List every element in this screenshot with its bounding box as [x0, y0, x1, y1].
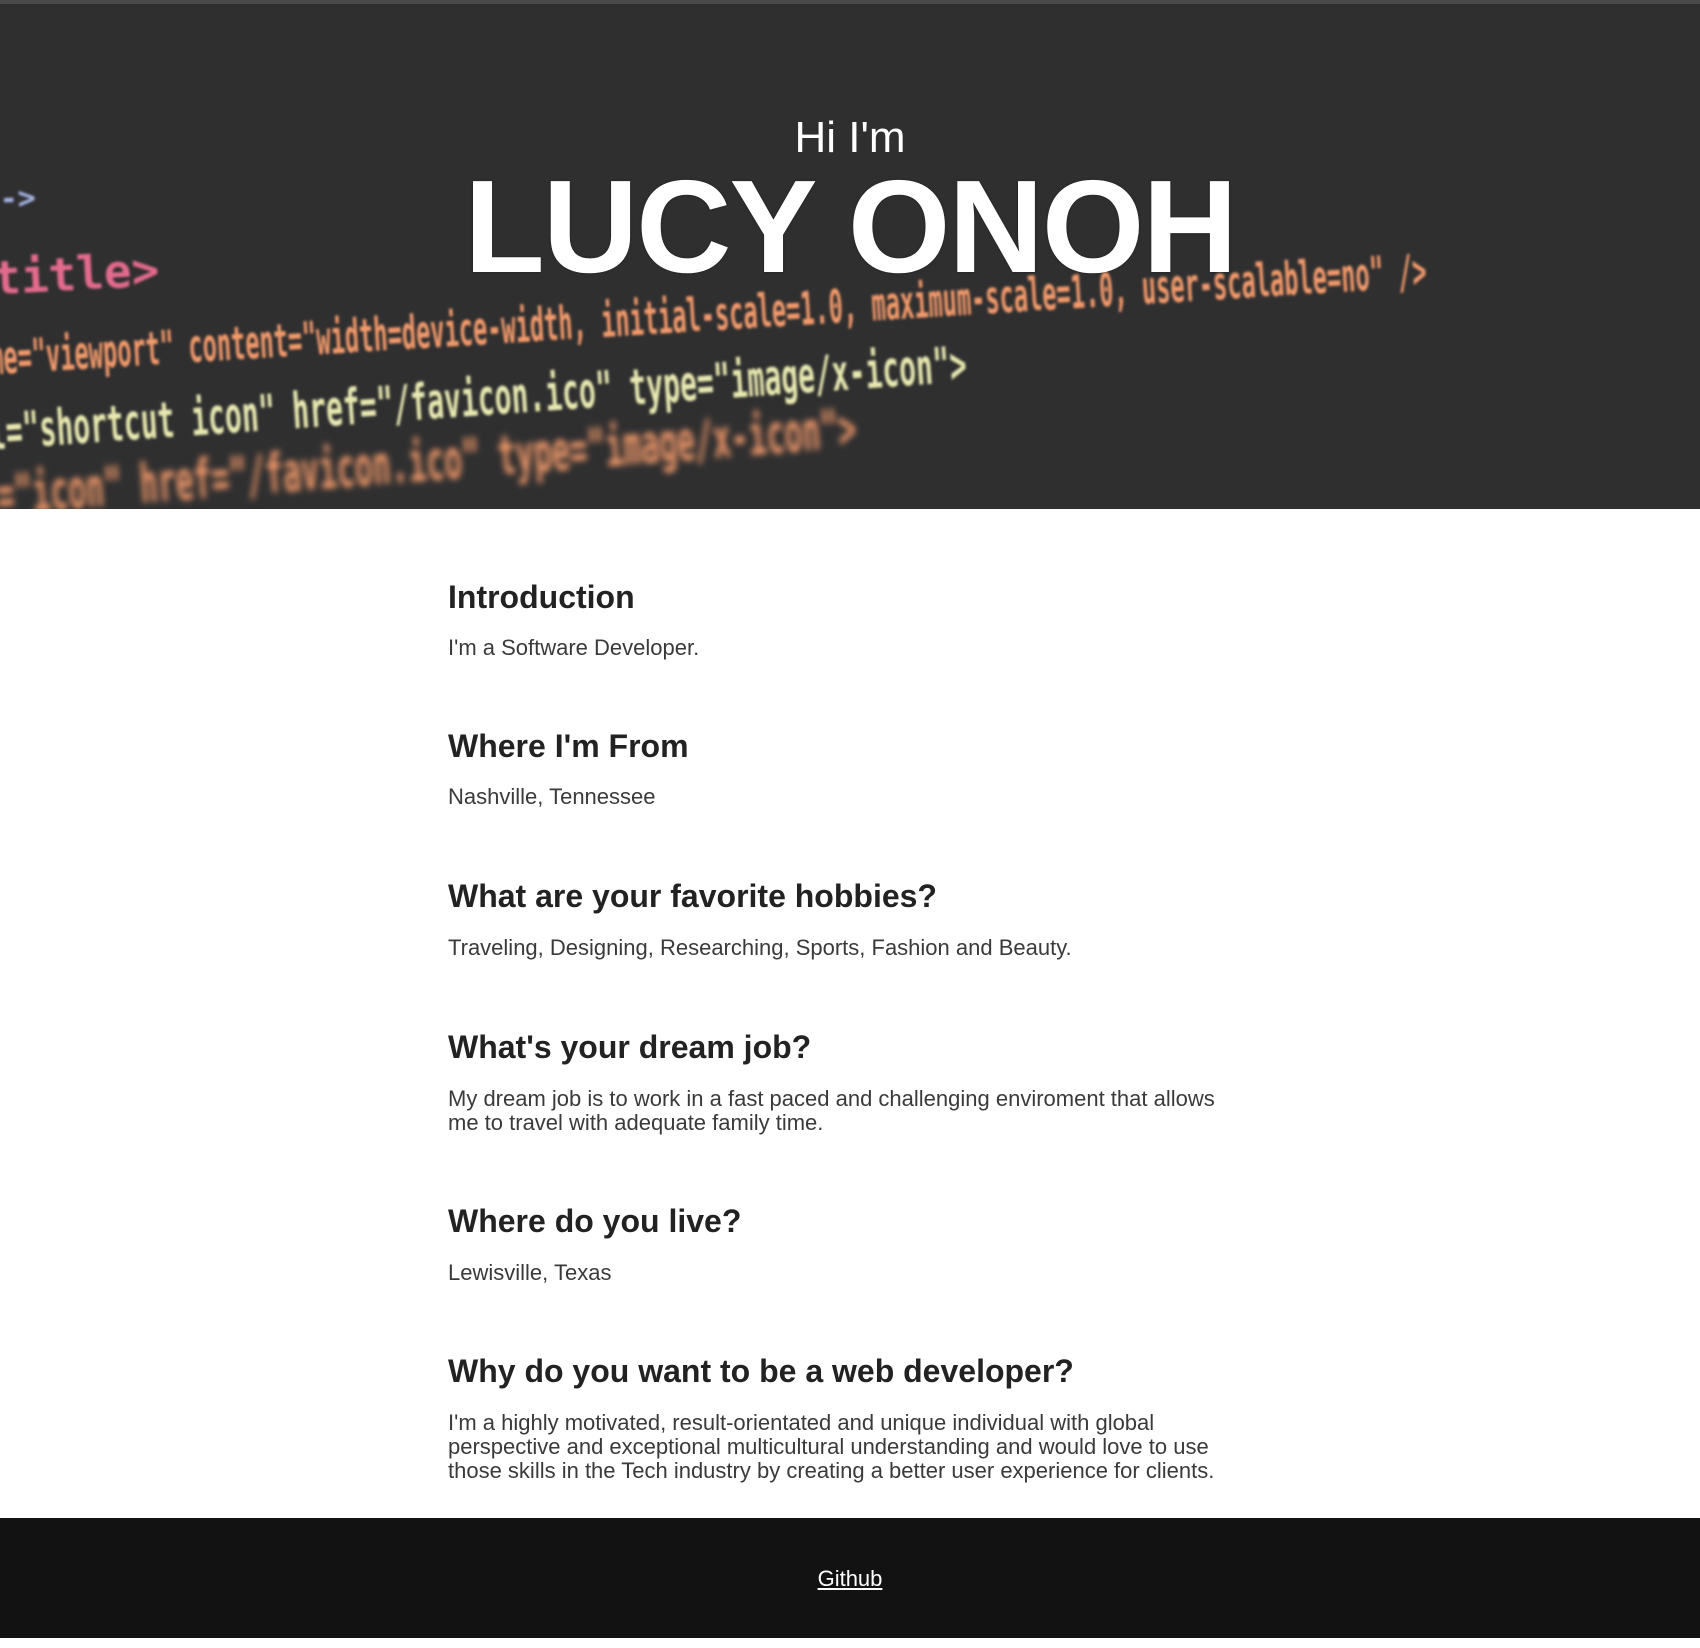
section-where-live: Where do you live? Lewisville, Texas	[448, 1201, 1248, 1285]
hero-text: Hi I'm LUCY ONOH	[0, 112, 1700, 300]
section-body: I'm a highly motivated, result-orientate…	[448, 1410, 1215, 1483]
section-introduction: Introduction I'm a Software Developer.	[448, 509, 1248, 660]
footer: Github	[0, 1518, 1700, 1638]
section-body: Traveling, Designing, Researching, Sport…	[448, 935, 1072, 960]
section-where-from: Where I'm From Nashville, Tennessee	[448, 726, 1248, 809]
section-dream-job: What's your dream job? My dream job is t…	[448, 1027, 1248, 1135]
section-body: I'm a Software Developer.	[448, 635, 700, 660]
section-body: Nashville, Tennessee	[448, 784, 656, 809]
section-why-web-dev: Why do you want to be a web developer? I…	[448, 1351, 1248, 1483]
section-heading: What are your favorite hobbies?	[448, 878, 937, 914]
section-heading: What's your dream job?	[448, 1029, 812, 1065]
section-heading: Where I'm From	[448, 728, 689, 764]
section-body: Lewisville, Texas	[448, 1260, 612, 1285]
section-heading: Introduction	[448, 579, 635, 615]
github-link[interactable]: Github	[0, 1566, 1700, 1592]
hero-banner: -> title> me="viewport" content="width=d…	[0, 4, 1700, 509]
section-heading: Where do you live?	[448, 1203, 742, 1239]
main-content: Introduction I'm a Software Developer. W…	[448, 509, 1248, 1483]
section-heading: Why do you want to be a web developer?	[448, 1353, 1074, 1389]
section-body: My dream job is to work in a fast paced …	[448, 1086, 1215, 1135]
hero-name: LUCY ONOH	[464, 153, 1238, 300]
section-hobbies: What are your favorite hobbies? Travelin…	[448, 876, 1248, 960]
